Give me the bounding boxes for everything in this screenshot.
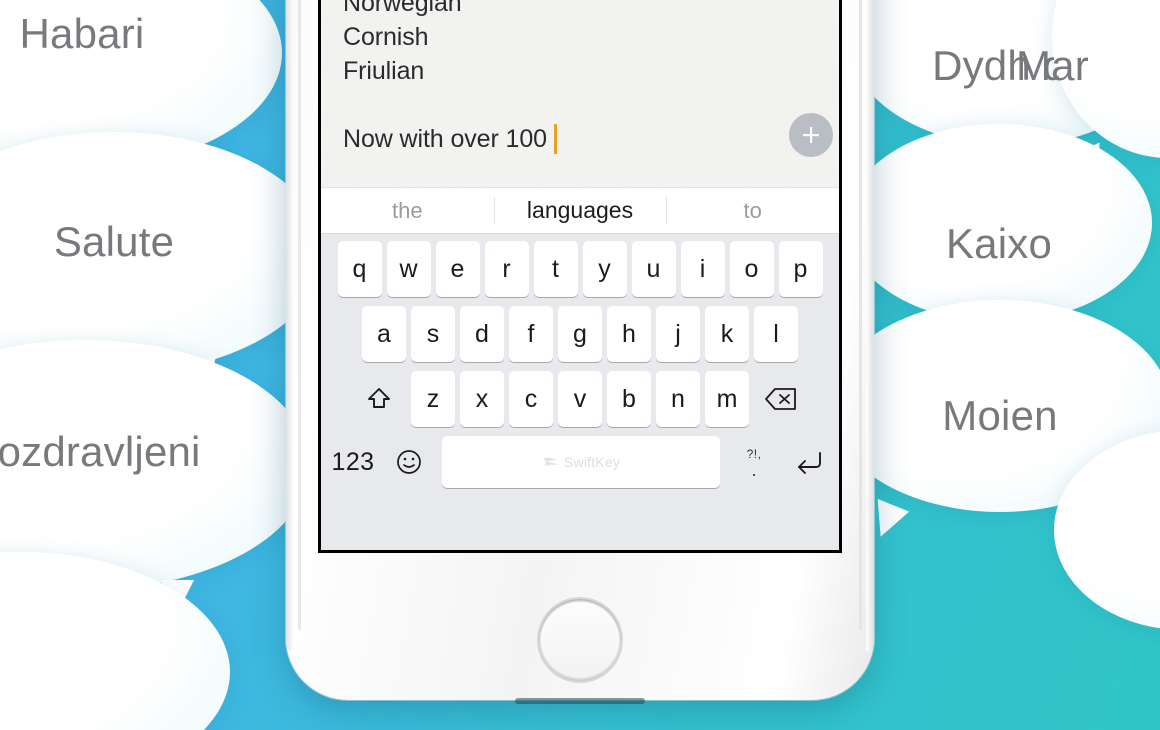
key-z[interactable]: z	[411, 371, 455, 427]
emoji-key[interactable]	[387, 434, 431, 490]
key-b[interactable]: b	[607, 371, 651, 427]
key-w[interactable]: w	[386, 241, 431, 297]
prediction-bar: the languages to	[321, 187, 839, 234]
key-n[interactable]: n	[656, 371, 700, 427]
key-l[interactable]: l	[754, 306, 798, 362]
phone-bottom-port	[515, 698, 645, 704]
speech-bubble	[0, 552, 230, 730]
smiley-icon	[395, 448, 423, 476]
key-x[interactable]: x	[460, 371, 504, 427]
key-t[interactable]: t	[533, 241, 578, 297]
bubble-label: Pozdravljeni	[0, 428, 201, 475]
keyboard-row-1: q w e r t y u i o p	[324, 241, 836, 297]
phone-screen: Tagalog Norwegian Cornish Friulian Now w…	[318, 0, 842, 553]
key-p[interactable]: p	[778, 241, 823, 297]
punctuation-key[interactable]: ?!, .	[731, 434, 777, 490]
language-line: Norwegian	[343, 0, 462, 17]
key-i[interactable]: i	[680, 241, 725, 297]
language-line: Cornish	[343, 23, 429, 51]
keyboard-row-2: a s d f g h j k l	[324, 306, 836, 362]
language-line: Friulian	[343, 57, 425, 85]
return-icon	[794, 449, 824, 475]
punctuation-primary-label: .	[751, 459, 757, 480]
bubble-label: Mar	[1016, 42, 1089, 89]
bubble-label: Salute	[53, 218, 175, 265]
home-button[interactable]	[539, 599, 621, 681]
prediction-candidate-1[interactable]: the	[321, 188, 494, 233]
shift-arrow-icon	[365, 385, 393, 413]
key-j[interactable]: j	[656, 306, 700, 362]
key-v[interactable]: v	[558, 371, 602, 427]
key-h[interactable]: h	[607, 306, 651, 362]
key-d[interactable]: d	[460, 306, 504, 362]
swiftkey-wordmark: SwiftKey	[563, 454, 621, 470]
text-compose-area[interactable]: Tagalog Norwegian Cornish Friulian Now w…	[321, 0, 839, 187]
punctuation-secondary-label: ?!,	[746, 446, 762, 461]
bubble-label: Kaixo	[945, 220, 1053, 267]
phone-bezel-left	[298, 0, 301, 630]
key-c[interactable]: c	[509, 371, 553, 427]
swiftkey-logo: SwiftKey	[542, 454, 620, 470]
key-g[interactable]: g	[558, 306, 602, 362]
keyboard-row-4: 123 SwiftKey ?!, .	[324, 436, 836, 488]
key-e[interactable]: e	[435, 241, 480, 297]
phone-bezel-right	[859, 0, 862, 630]
key-a[interactable]: a	[362, 306, 406, 362]
key-k[interactable]: k	[705, 306, 749, 362]
shift-key[interactable]	[352, 371, 406, 427]
prediction-candidate-3[interactable]: to	[666, 188, 839, 233]
backspace-icon	[764, 386, 798, 412]
key-y[interactable]: y	[582, 241, 627, 297]
key-r[interactable]: r	[484, 241, 529, 297]
phone-device: Tagalog Norwegian Cornish Friulian Now w…	[286, 0, 874, 704]
space-key[interactable]: SwiftKey	[442, 436, 720, 488]
return-key[interactable]	[782, 434, 836, 490]
backspace-key[interactable]	[754, 371, 808, 427]
key-u[interactable]: u	[631, 241, 676, 297]
prediction-candidate-2[interactable]: languages	[493, 188, 667, 233]
bubble-label: Moien	[942, 392, 1058, 439]
key-f[interactable]: f	[509, 306, 553, 362]
keyboard-row-3: z x c v b n m	[324, 371, 836, 427]
key-s[interactable]: s	[411, 306, 455, 362]
speech-bubble: Salute	[0, 132, 324, 421]
swiftkey-mark	[542, 457, 558, 466]
key-m[interactable]: m	[705, 371, 749, 427]
swiftkey-keyboard: q w e r t y u i o p a s d f g h j k l z …	[321, 234, 839, 550]
text-caret	[553, 124, 557, 154]
key-q[interactable]: q	[337, 241, 382, 297]
bubble-label: Habari	[19, 10, 145, 57]
plus-icon	[800, 124, 822, 146]
speech-bubble: Kaixo	[846, 124, 1152, 351]
numeric-key[interactable]: 123	[324, 434, 382, 490]
typed-text-row: Now with over 100	[343, 122, 817, 156]
key-o[interactable]: o	[729, 241, 774, 297]
typed-text: Now with over 100	[343, 125, 547, 153]
add-attachment-button[interactable]	[789, 113, 833, 157]
